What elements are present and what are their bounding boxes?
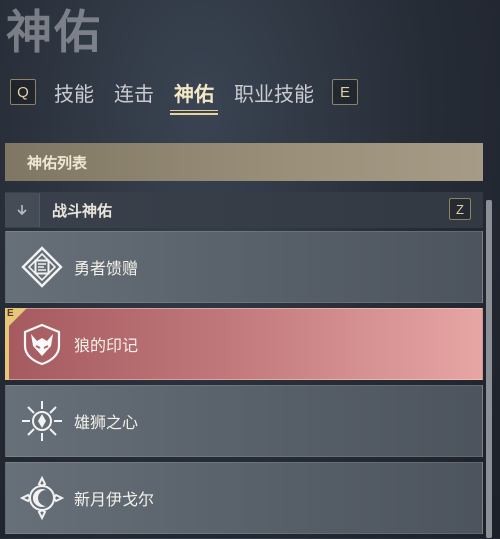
tab-class-skills[interactable]: 职业技能 [234,78,314,115]
page-title: 神佑 [6,5,102,59]
prev-tab-key[interactable]: Q [10,79,36,105]
scrollbar-thumb[interactable] [486,200,492,538]
blessing-item-label: 勇者馈赠 [74,259,139,278]
tab-blessing[interactable]: 神佑 [170,78,218,115]
group-key[interactable]: Z [449,198,471,220]
blessing-item-hero-gift[interactable]: 勇者馈赠 [5,231,483,303]
scrollbar[interactable] [486,200,492,538]
blessing-item-label: 狼的印记 [74,336,139,355]
blessing-list-title: 神佑列表 [27,153,88,172]
blessing-item-lion-heart[interactable]: 雄狮之心 [5,385,483,457]
group-label: 战斗神佑 [52,201,113,220]
tab-skills[interactable]: 技能 [54,78,94,115]
next-tab-key[interactable]: E [332,79,358,105]
hero-gift-icon [21,246,63,288]
blessing-list: 勇者馈赠 E 狼的印记 雄狮之心 新月伊戈尔 [5,231,483,539]
selection-corner-key: E [7,308,14,319]
group-battle-blessing[interactable]: 战斗神佑 Z [5,192,483,228]
blessing-list-header: 神佑列表 [5,143,483,181]
blessing-item-wolf-mark[interactable]: E 狼的印记 [5,308,483,380]
blessing-item-crescent-igor[interactable]: 新月伊戈尔 [5,462,483,534]
tab-combo[interactable]: 连击 [114,78,154,115]
collapse-arrow-icon[interactable] [5,193,40,227]
blessing-item-label: 雄狮之心 [74,413,139,432]
tab-bar: Q 技能 连击 神佑 职业技能 E [10,72,358,115]
crescent-igor-icon [20,476,64,520]
lion-heart-icon [22,401,62,441]
blessing-item-label: 新月伊戈尔 [74,490,155,509]
